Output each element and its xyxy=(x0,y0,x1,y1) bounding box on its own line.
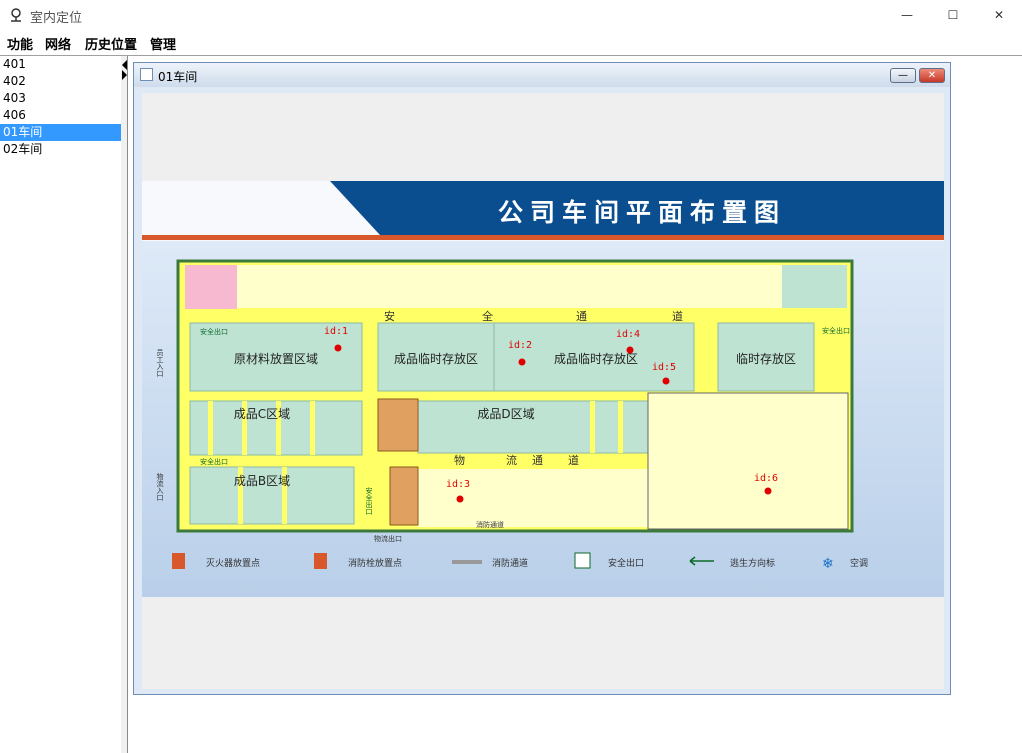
safety-passage-label-3: 通 xyxy=(576,310,587,323)
close-icon: ✕ xyxy=(993,8,1005,22)
zone-stripe xyxy=(590,401,595,453)
list-item[interactable]: 402 xyxy=(0,73,121,90)
safety-passage-label-1: 安 xyxy=(384,309,395,323)
floorplan-title: 公司车间平面布置图 xyxy=(498,198,786,227)
zone-temp-storage-2-label: 成品临时存放区 xyxy=(554,351,638,366)
marker-label: id:5 xyxy=(652,362,676,373)
legend-label: 逃生方向标 xyxy=(730,557,775,569)
zone-temp-storage-1-label: 成品临时存放区 xyxy=(394,351,478,366)
zone-product-d-label: 成品D区域 xyxy=(477,407,534,421)
window-titlebar: 室内定位 — ☐ ✕ xyxy=(0,0,1022,30)
internal-frame-title: 01车间 xyxy=(158,70,198,84)
frame-minimize-icon: — xyxy=(898,70,908,81)
menu-management[interactable]: 管理 xyxy=(150,34,176,53)
zone-stripe xyxy=(310,401,315,455)
location-pin-icon xyxy=(11,8,21,22)
location-marker xyxy=(764,487,772,495)
logistics-passage-label-3: 通 xyxy=(532,454,543,467)
logistics-passage-label-1: 物 xyxy=(454,453,465,467)
zone-product-b-label: 成品B区域 xyxy=(234,474,290,488)
logistics-entrance-label: 物流入口 xyxy=(156,472,164,501)
legend-label: 安全出口 xyxy=(608,557,644,569)
zone-stripe xyxy=(618,401,623,453)
banner-accent-bar xyxy=(142,235,944,240)
pink-room xyxy=(185,265,237,309)
safety-exit-label: 安全出口 xyxy=(822,326,850,335)
maximize-icon: ☐ xyxy=(947,8,959,22)
location-marker xyxy=(518,358,526,366)
close-button[interactable]: ✕ xyxy=(976,0,1022,30)
safety-exit-vertical-label: 安全出口 xyxy=(365,486,373,515)
legend-label: 灭火器放置点 xyxy=(206,557,260,569)
collapse-right-arrow-icon[interactable] xyxy=(122,70,127,80)
logistics-exit-label: 物流出口 xyxy=(374,534,402,543)
fire-extinguisher-icon xyxy=(172,553,185,569)
list-item[interactable]: 401 xyxy=(0,56,121,73)
floorplan-viewport: 公司车间平面布置图 安 全 通 道 物 流 通 道 原材料放置区域 成品临时存放… xyxy=(142,93,944,689)
zone-product-c-label: 成品C区域 xyxy=(234,407,290,421)
location-marker xyxy=(662,377,670,385)
list-item[interactable]: 406 xyxy=(0,107,121,124)
logistics-passage-label-4: 道 xyxy=(568,453,579,467)
window-title: 室内定位 xyxy=(30,11,83,26)
location-marker xyxy=(334,344,342,352)
menu-function[interactable]: 功能 xyxy=(7,34,33,53)
logistics-passage-label-2: 流 xyxy=(506,453,517,467)
marker-label: id:3 xyxy=(446,479,470,490)
list-item-selected[interactable]: 01车间 xyxy=(0,124,121,141)
frame-icon xyxy=(140,68,153,81)
location-marker xyxy=(626,346,634,354)
legend-label: 消防栓放置点 xyxy=(348,557,402,569)
internal-frame-titlebar[interactable]: 01车间 — ✕ xyxy=(134,63,950,87)
frame-minimize-button[interactable]: — xyxy=(890,68,916,83)
frame-close-icon: ✕ xyxy=(927,70,937,81)
safety-exit-label: 安全出口 xyxy=(200,457,228,466)
list-item[interactable]: 403 xyxy=(0,90,121,107)
top-rooms xyxy=(237,265,782,308)
fire-passage-label: 消防通道 xyxy=(476,520,504,529)
fire-hydrant-icon xyxy=(314,553,327,569)
pallet-stack xyxy=(389,466,419,526)
fire-passage-icon xyxy=(452,560,482,564)
marker-label: id:1 xyxy=(324,326,348,337)
list-item[interactable]: 02车间 xyxy=(0,141,121,158)
location-marker xyxy=(456,495,464,503)
safety-passage-label-4: 道 xyxy=(672,309,683,323)
zone-stripe xyxy=(208,401,213,455)
marker-label: id:6 xyxy=(754,473,778,484)
safety-exit-icon xyxy=(574,552,591,569)
frame-close-button[interactable]: ✕ xyxy=(919,68,945,83)
location-list: 401 402 403 406 01车间 02车间 xyxy=(0,56,122,753)
office-area xyxy=(647,392,849,530)
marker-label: id:2 xyxy=(508,340,532,351)
maximize-button[interactable]: ☐ xyxy=(930,0,976,30)
collapse-left-arrow-icon[interactable] xyxy=(122,60,127,70)
minimize-icon: — xyxy=(901,8,913,22)
menu-network[interactable]: 网络 xyxy=(45,34,71,53)
safety-exit-label: 安全出口 xyxy=(200,327,228,336)
zone-temp-storage-3-label: 临时存放区 xyxy=(736,351,796,366)
menu-bar: 功能 网络 历史位置 管理 xyxy=(0,31,1022,56)
legend-label: 空调 xyxy=(850,557,868,569)
minimize-button[interactable]: — xyxy=(884,0,930,30)
top-right-room xyxy=(782,265,847,308)
floorplan-map[interactable]: 公司车间平面布置图 安 全 通 道 物 流 通 道 原材料放置区域 成品临时存放… xyxy=(142,181,944,597)
safety-passage-label-2: 全 xyxy=(482,309,493,323)
zone-raw-material-label: 原材料放置区域 xyxy=(234,351,318,366)
legend-label: 消防通道 xyxy=(492,557,528,569)
marker-label: id:4 xyxy=(616,329,640,340)
split-pane-divider[interactable] xyxy=(121,56,128,753)
menu-history-location[interactable]: 历史位置 xyxy=(85,34,137,53)
logistics-area xyxy=(418,469,648,527)
air-conditioner-icon: ❄ xyxy=(822,556,834,572)
pallet-stack xyxy=(377,398,419,452)
staff-entrance-label: 员工入口 xyxy=(156,349,164,377)
internal-frame: 01车间 — ✕ 公司车间平面布置图 安 全 通 道 物 流 通 道 原材料放置… xyxy=(133,62,951,695)
